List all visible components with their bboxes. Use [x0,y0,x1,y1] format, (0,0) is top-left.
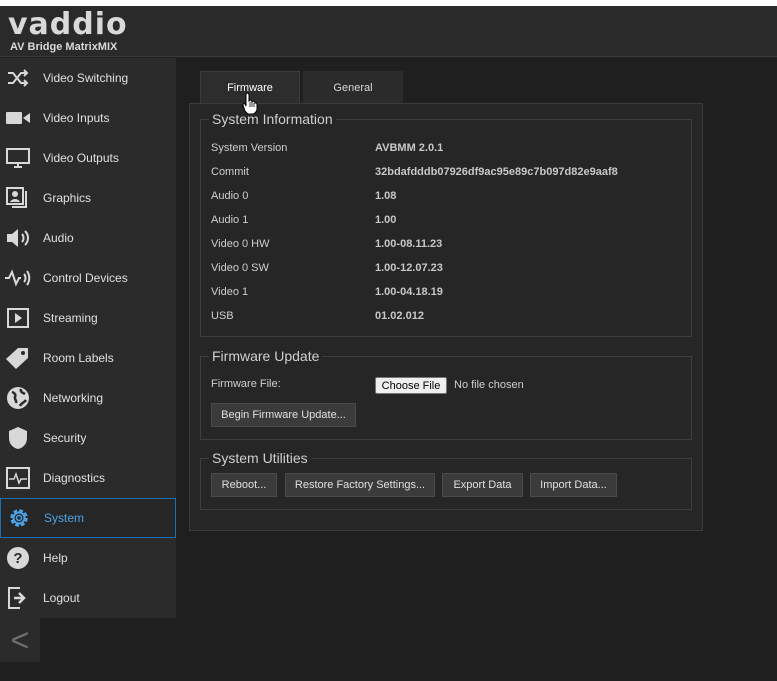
file-status-text: No file chosen [454,379,524,391]
product-name: AV Bridge MatrixMIX [10,41,118,53]
firmware-panel: System Information System Version AVBMM … [189,103,703,531]
firmware-file-label: Firmware File: [211,378,281,390]
hand-cursor-icon [242,92,258,119]
sidebar-item-label: Security [43,431,87,445]
info-value: AVBMM 2.0.1 [375,142,444,154]
logout-icon [0,578,36,618]
sidebar-item-label: Networking [43,391,104,405]
reboot-button[interactable]: Reboot... [211,473,277,497]
sidebar-item-label: Diagnostics [43,471,106,485]
pulse-icon [0,458,36,498]
header-bar: vaddio AV Bridge MatrixMIX [0,6,777,57]
info-value: 1.08 [375,190,397,202]
graphics-icon [0,178,36,218]
sidebar-item-label: Graphics [43,191,92,205]
chevron-left-icon: < [10,621,30,658]
sidebar-item-label: Streaming [43,311,98,325]
help-icon: ? [0,538,36,578]
info-value: 1.00-08.11.23 [375,238,443,250]
sidebar: Video Switching Video Inputs Video Outpu… [0,58,176,618]
info-label: System Version [211,142,288,154]
system-utilities-group: System Utilities Reboot... Restore Facto… [200,450,692,510]
info-value: 32bdafdddb07926df9ac95e89c7b097d82e9aaf8 [375,166,618,178]
gear-icon [1,498,37,538]
tab-general[interactable]: General [303,71,403,104]
info-value: 01.02.012 [375,310,424,322]
info-label: Video 1 [211,286,249,298]
sidebar-item-video-switching[interactable]: Video Switching [0,58,176,98]
sidebar-item-security[interactable]: Security [0,418,176,458]
sidebar-item-networking[interactable]: Networking [0,378,176,418]
firmware-update-group: Firmware Update Firmware File: Choose Fi… [200,348,692,440]
shuffle-icon [0,58,36,98]
import-data-button[interactable]: Import Data... [530,473,617,497]
tag-icon [0,338,36,378]
group-title: Firmware Update [209,348,323,364]
info-value: 1.00-12.07.23 [375,262,443,274]
sidebar-item-room-labels[interactable]: Room Labels [0,338,176,378]
sidebar-item-streaming[interactable]: Streaming [0,298,176,338]
sidebar-item-system[interactable]: System [0,498,176,538]
vaddio-logo: vaddio [8,7,128,42]
group-title: System Information [209,111,336,127]
collapse-sidebar-button[interactable]: < [0,618,40,662]
globe-icon [0,378,36,418]
camera-icon [0,98,36,138]
tab-label: General [333,81,373,94]
info-value: 1.00-04.18.19 [375,286,443,298]
info-label: Video 0 SW [211,262,269,274]
info-label: Video 0 HW [211,238,270,250]
sidebar-item-label: Room Labels [43,351,114,365]
choose-file-button[interactable]: Choose File [375,377,447,394]
info-value: 1.00 [375,214,397,226]
sidebar-item-help[interactable]: ? Help [0,538,176,578]
sidebar-item-label: Audio [43,231,74,245]
sidebar-item-label: Control Devices [43,271,128,285]
info-label: Audio 0 [211,190,249,202]
sidebar-item-control-devices[interactable]: Control Devices [0,258,176,298]
sidebar-item-graphics[interactable]: Graphics [0,178,176,218]
begin-firmware-update-button[interactable]: Begin Firmware Update... [211,403,356,427]
group-title: System Utilities [209,450,311,466]
restore-factory-settings-button[interactable]: Restore Factory Settings... [285,473,435,497]
sidebar-item-diagnostics[interactable]: Diagnostics [0,458,176,498]
shield-icon [0,418,36,458]
info-label: Commit [211,166,249,178]
sidebar-item-label: Logout [43,591,80,605]
export-data-button[interactable]: Export Data [442,473,523,497]
svg-text:?: ? [13,550,22,567]
system-information-group: System Information System Version AVBMM … [200,111,692,337]
sidebar-item-label: Video Inputs [43,111,110,125]
sidebar-item-video-outputs[interactable]: Video Outputs [0,138,176,178]
play-icon [0,298,36,338]
sidebar-item-video-inputs[interactable]: Video Inputs [0,98,176,138]
sidebar-item-label: System [44,511,85,525]
sidebar-item-label: Video Switching [43,71,129,85]
speaker-icon [0,218,36,258]
sidebar-item-label: Video Outputs [43,151,119,165]
sidebar-item-logout[interactable]: Logout [0,578,176,618]
sidebar-item-label: Help [43,551,68,565]
sidebar-item-audio[interactable]: Audio [0,218,176,258]
control-signal-icon [0,258,36,298]
info-label: Audio 1 [211,214,249,226]
monitor-icon [0,138,36,178]
info-label: USB [211,310,234,322]
